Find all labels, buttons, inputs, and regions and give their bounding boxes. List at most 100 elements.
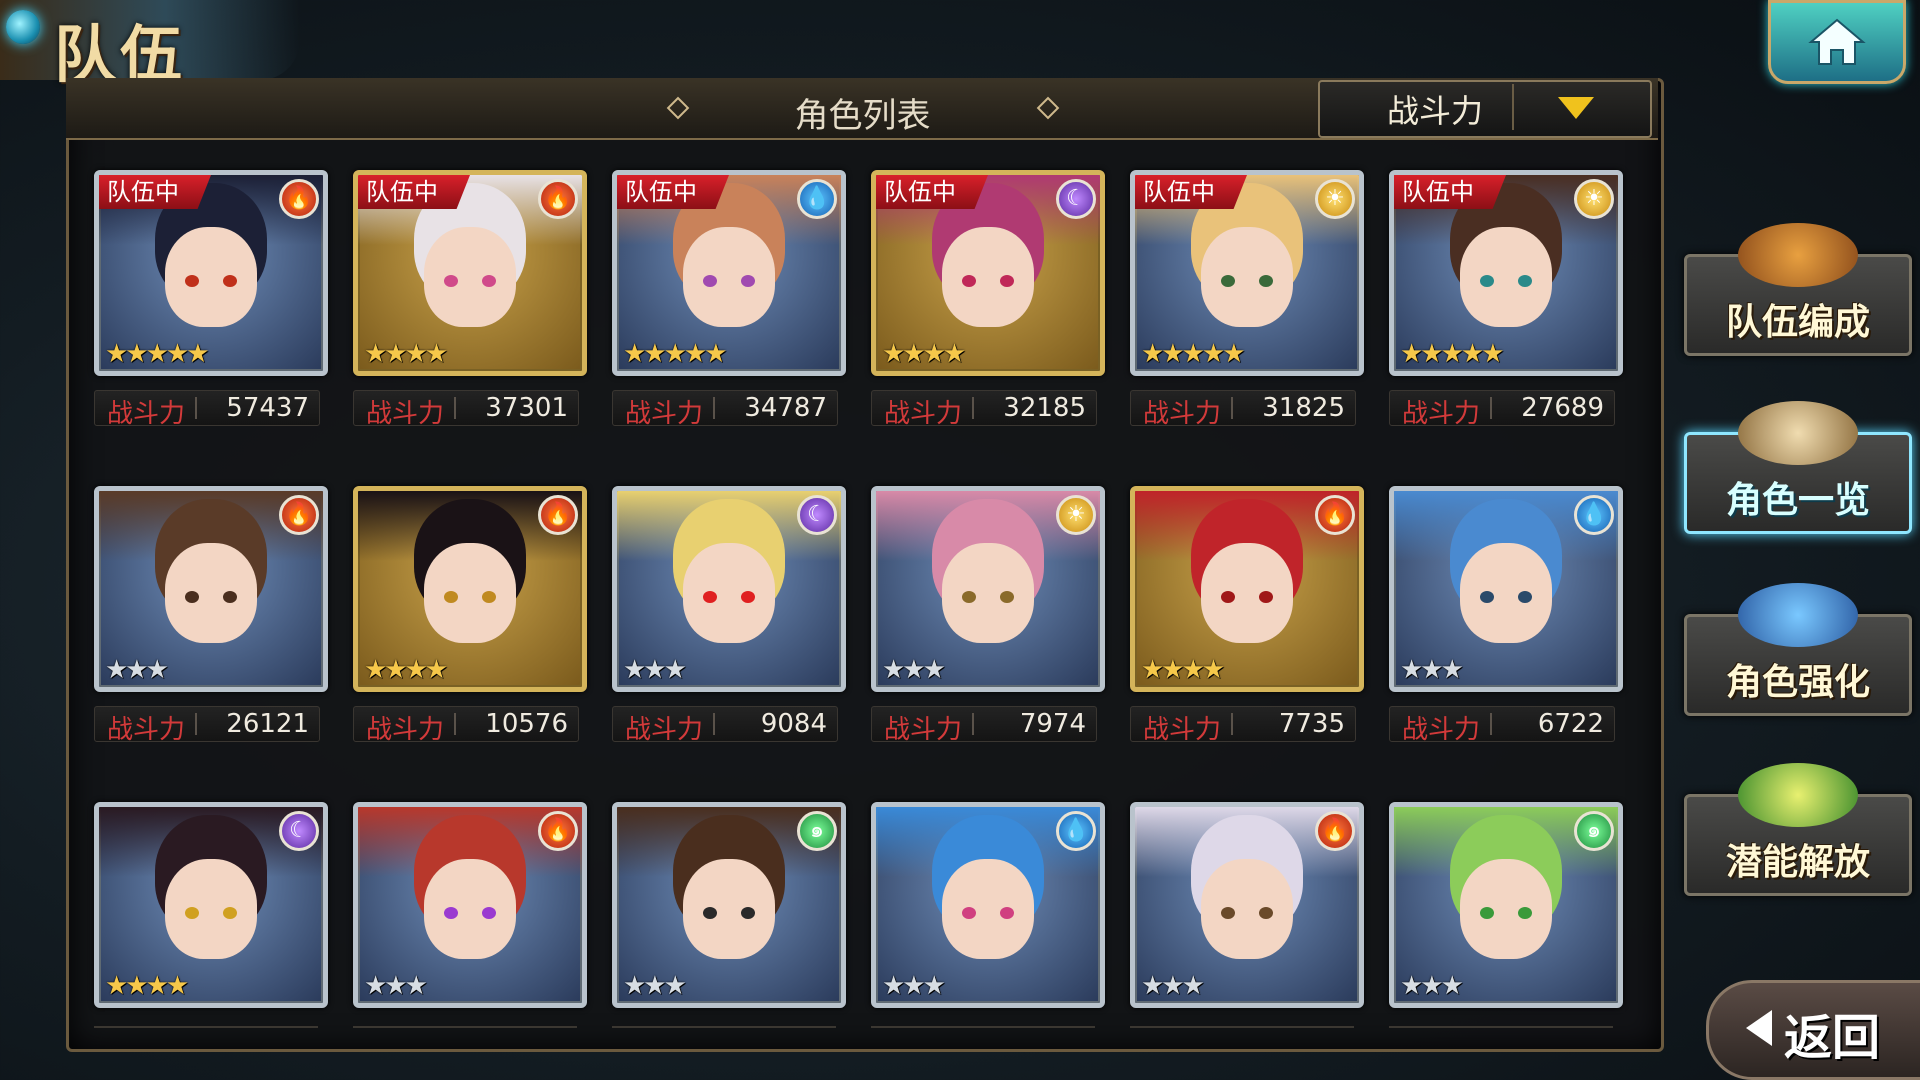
power-bar-placeholder xyxy=(94,1026,318,1028)
portrait-eyes xyxy=(1217,274,1277,287)
in-team-badge: 队伍中 xyxy=(358,175,470,209)
character-card[interactable]: 🔥 ★★★★ xyxy=(1130,486,1364,692)
power-value: 31825 xyxy=(1262,393,1345,423)
side-menu-label: 角色强化 xyxy=(1725,662,1870,703)
power-label: 战斗力 xyxy=(366,399,445,429)
portrait-eyes xyxy=(1217,906,1277,919)
rarity-stars: ★★★ xyxy=(364,971,428,1001)
side-menu-button[interactable]: 潜能解放 xyxy=(1684,763,1912,896)
panel-title: 角色列表 xyxy=(794,96,931,136)
fire-element-icon: 🔥 xyxy=(279,495,319,535)
power-label: 战斗力 xyxy=(107,715,186,745)
sort-label: 战斗力 xyxy=(1386,92,1483,130)
power-bar-placeholder xyxy=(353,1026,577,1028)
power-bar-placeholder xyxy=(1389,1026,1613,1028)
power-value: 7735 xyxy=(1278,709,1345,739)
character-card[interactable]: 🔥 ★★★ xyxy=(353,802,587,1008)
character-card[interactable]: 队伍中 ☾ ★★★★ xyxy=(871,170,1105,376)
power-bar: 战斗力 34787 xyxy=(612,390,838,429)
home-icon xyxy=(1808,18,1866,65)
character-card[interactable]: 💧 ★★★ xyxy=(1389,486,1623,692)
title-orb-icon xyxy=(6,10,40,44)
in-team-badge: 队伍中 xyxy=(876,175,988,209)
fire-element-icon: 🔥 xyxy=(279,179,319,219)
portrait-eyes xyxy=(958,274,1018,287)
power-separator xyxy=(1231,713,1233,735)
portrait-eyes xyxy=(440,590,500,603)
portrait-eyes xyxy=(699,590,759,603)
power-bar: 战斗力 7735 xyxy=(1130,706,1356,745)
power-label: 战斗力 xyxy=(1402,399,1481,429)
character-card[interactable]: 💧 ★★★ xyxy=(871,802,1105,1008)
character-card[interactable]: ☀ ★★★ xyxy=(871,486,1105,692)
rarity-stars: ★★★ xyxy=(623,971,687,1001)
power-value: 10576 xyxy=(485,709,568,739)
power-label: 战斗力 xyxy=(366,715,445,745)
rarity-stars: ★★★★ xyxy=(105,971,189,1001)
power-value: 26121 xyxy=(226,709,309,739)
dropdown-arrow-icon[interactable] xyxy=(1558,97,1594,119)
rarity-stars: ★★★ xyxy=(1400,655,1464,685)
character-card[interactable]: 队伍中 ☀ ★★★★★ xyxy=(1389,170,1623,376)
side-menu-label: 队伍编成 xyxy=(1725,302,1870,343)
portrait-eyes xyxy=(958,590,1018,603)
portrait-eyes xyxy=(1476,274,1536,287)
side-menu-button[interactable]: 队伍编成 xyxy=(1684,223,1912,356)
character-card[interactable]: ☾ ★★★ xyxy=(612,486,846,692)
power-bar: 战斗力 6722 xyxy=(1389,706,1615,745)
portrait-eyes xyxy=(699,274,759,287)
character-card[interactable]: ☾ ★★★★ xyxy=(94,802,328,1008)
character-card[interactable]: ๑ ★★★ xyxy=(612,802,846,1008)
portrait-eyes xyxy=(699,906,759,919)
power-bar-placeholder xyxy=(612,1026,836,1028)
side-menu-button[interactable]: 角色一览 xyxy=(1684,401,1912,534)
rarity-stars: ★★★★ xyxy=(364,339,448,369)
character-card[interactable]: 队伍中 💧 ★★★★★ xyxy=(612,170,846,376)
character-card[interactable]: 队伍中 ☀ ★★★★★ xyxy=(1130,170,1364,376)
character-card[interactable]: 🔥 ★★★ xyxy=(1130,802,1364,1008)
side-menu-label: 潜能解放 xyxy=(1725,842,1870,883)
portrait-eyes xyxy=(1476,906,1536,919)
in-team-badge: 队伍中 xyxy=(1135,175,1247,209)
power-separator xyxy=(195,713,197,735)
rarity-stars: ★★★★ xyxy=(1141,655,1225,685)
water-element-icon: 💧 xyxy=(1056,811,1096,851)
power-label: 战斗力 xyxy=(625,399,704,429)
sort-divider xyxy=(1512,84,1514,130)
power-bar: 战斗力 27689 xyxy=(1389,390,1615,429)
portrait-eyes xyxy=(181,590,241,603)
rarity-stars: ★★★ xyxy=(1400,971,1464,1001)
wind-element-icon: ๑ xyxy=(1574,811,1614,851)
power-bar: 战斗力 7974 xyxy=(871,706,1097,745)
moon-element-icon: ☾ xyxy=(1056,179,1096,219)
in-team-badge: 队伍中 xyxy=(99,175,211,209)
potential-orb-icon xyxy=(1738,763,1858,827)
fire-element-icon: 🔥 xyxy=(1315,495,1355,535)
character-card[interactable]: 🔥 ★★★ xyxy=(94,486,328,692)
power-separator xyxy=(713,713,715,735)
back-label: 返回 xyxy=(1784,1010,1881,1066)
portrait-eyes xyxy=(181,906,241,919)
back-arrow-icon xyxy=(1746,1010,1772,1046)
portrait-eyes xyxy=(440,274,500,287)
character-card[interactable]: 🔥 ★★★★ xyxy=(353,486,587,692)
fire-element-icon: 🔥 xyxy=(538,811,578,851)
power-value: 9084 xyxy=(760,709,827,739)
power-value: 7974 xyxy=(1019,709,1086,739)
power-bar: 战斗力 32185 xyxy=(871,390,1097,429)
power-separator xyxy=(972,397,974,419)
power-label: 战斗力 xyxy=(1143,399,1222,429)
moon-element-icon: ☾ xyxy=(279,811,319,851)
character-card[interactable]: 队伍中 🔥 ★★★★★ xyxy=(94,170,328,376)
rarity-stars: ★★★ xyxy=(882,971,946,1001)
rarity-stars: ★★★★ xyxy=(364,655,448,685)
portrait-eyes xyxy=(958,906,1018,919)
home-button[interactable] xyxy=(1768,0,1906,84)
character-card[interactable]: 队伍中 🔥 ★★★★ xyxy=(353,170,587,376)
character-card[interactable]: ๑ ★★★ xyxy=(1389,802,1623,1008)
side-menu-button[interactable]: 角色强化 xyxy=(1684,583,1912,716)
power-separator xyxy=(713,397,715,419)
rarity-stars: ★★★★ xyxy=(882,339,966,369)
water-element-icon: 💧 xyxy=(1574,495,1614,535)
fire-element-icon: 🔥 xyxy=(538,495,578,535)
